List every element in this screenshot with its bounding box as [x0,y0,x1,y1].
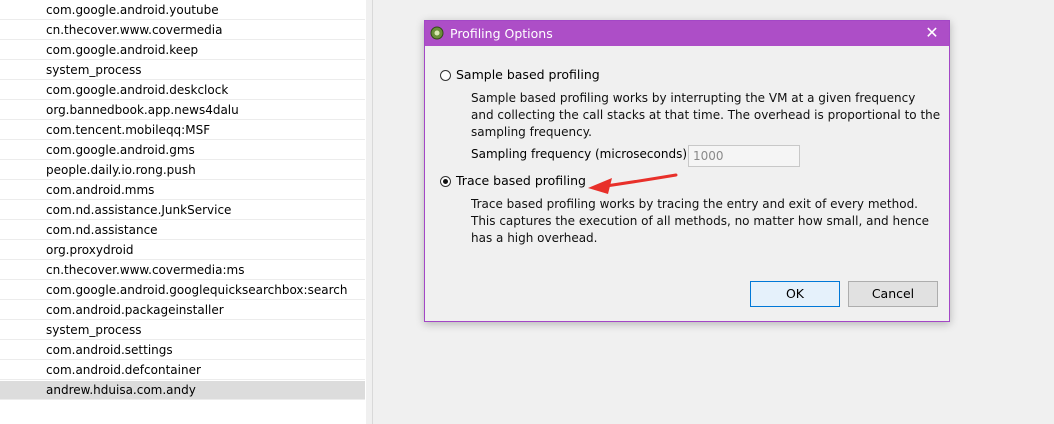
process-name: system_process [46,63,142,77]
process-name: com.nd.assistance [46,223,158,237]
process-name: people.daily.io.rong.push [46,163,196,177]
process-name: com.android.packageinstaller [46,303,224,317]
dialog-title: Profiling Options [450,26,553,41]
process-row[interactable]: andrew.hduisa.com.andy [0,381,365,400]
trace-profiling-radio[interactable] [440,176,451,187]
process-row[interactable]: com.google.android.gms [0,141,365,160]
process-name: com.google.android.googlequicksearchbox:… [46,283,348,297]
process-row[interactable]: com.google.android.googlequicksearchbox:… [0,281,365,300]
process-row[interactable]: cn.thecover.www.covermedia:ms [0,261,365,280]
process-name: com.tencent.mobileqq:MSF [46,123,211,137]
process-name: com.google.android.deskclock [46,83,229,97]
process-row[interactable]: people.daily.io.rong.push [0,161,365,180]
process-name: com.google.android.gms [46,143,195,157]
process-row[interactable]: system_process [0,61,365,80]
trace-profiling-label[interactable]: Trace based profiling [456,173,586,188]
process-name: com.android.mms [46,183,155,197]
sample-profiling-radio[interactable] [440,70,451,81]
process-row[interactable]: org.bannedbook.app.news4dalu [0,101,365,120]
process-row[interactable]: com.nd.assistance.JunkService [0,201,365,220]
process-name: com.android.defcontainer [46,363,201,377]
profiling-options-dialog: Profiling Options ✕ Sample based profili… [424,20,950,322]
process-row[interactable]: com.nd.assistance [0,221,365,240]
close-icon[interactable]: ✕ [919,22,945,44]
cancel-button[interactable]: Cancel [848,281,938,307]
process-row[interactable]: com.tencent.mobileqq:MSF [0,121,365,140]
process-row[interactable]: com.google.android.keep [0,41,365,60]
process-name: system_process [46,323,142,337]
splitter[interactable] [366,0,373,424]
process-row[interactable]: com.google.android.youtube [0,1,365,20]
dialog-titlebar[interactable]: Profiling Options ✕ [425,21,949,46]
app-icon [430,26,444,40]
process-name: org.bannedbook.app.news4dalu [46,103,239,117]
process-name: com.google.android.youtube [46,3,219,17]
radio-selected-dot [443,179,448,184]
process-name: com.nd.assistance.JunkService [46,203,232,217]
process-row[interactable]: com.android.packageinstaller [0,301,365,320]
process-name: com.google.android.keep [46,43,199,57]
process-row[interactable]: org.proxydroid [0,241,365,260]
process-row[interactable]: system_process [0,321,365,340]
sample-profiling-label[interactable]: Sample based profiling [456,67,600,82]
sampling-frequency-label: Sampling frequency (microseconds): [471,147,692,161]
process-row[interactable]: com.android.defcontainer [0,361,365,380]
trace-profiling-description: Trace based profiling works by tracing t… [471,197,930,245]
process-name: andrew.hduisa.com.andy [46,383,196,397]
ok-button[interactable]: OK [750,281,840,307]
process-row[interactable]: com.google.android.deskclock [0,81,365,100]
sample-profiling-description: Sample based profiling works by interrup… [471,91,941,139]
process-name: cn.thecover.www.covermedia:ms [46,263,245,277]
process-row[interactable]: cn.thecover.www.covermedia [0,21,365,40]
process-row[interactable]: com.android.settings [0,341,365,360]
process-name: cn.thecover.www.covermedia [46,23,223,37]
process-name: org.proxydroid [46,243,134,257]
process-name: com.android.settings [46,343,173,357]
process-list[interactable]: com.google.android.youtube cn.thecover.ww… [0,0,367,424]
process-row[interactable]: com.android.mms [0,181,365,200]
sampling-frequency-input[interactable] [688,145,800,167]
